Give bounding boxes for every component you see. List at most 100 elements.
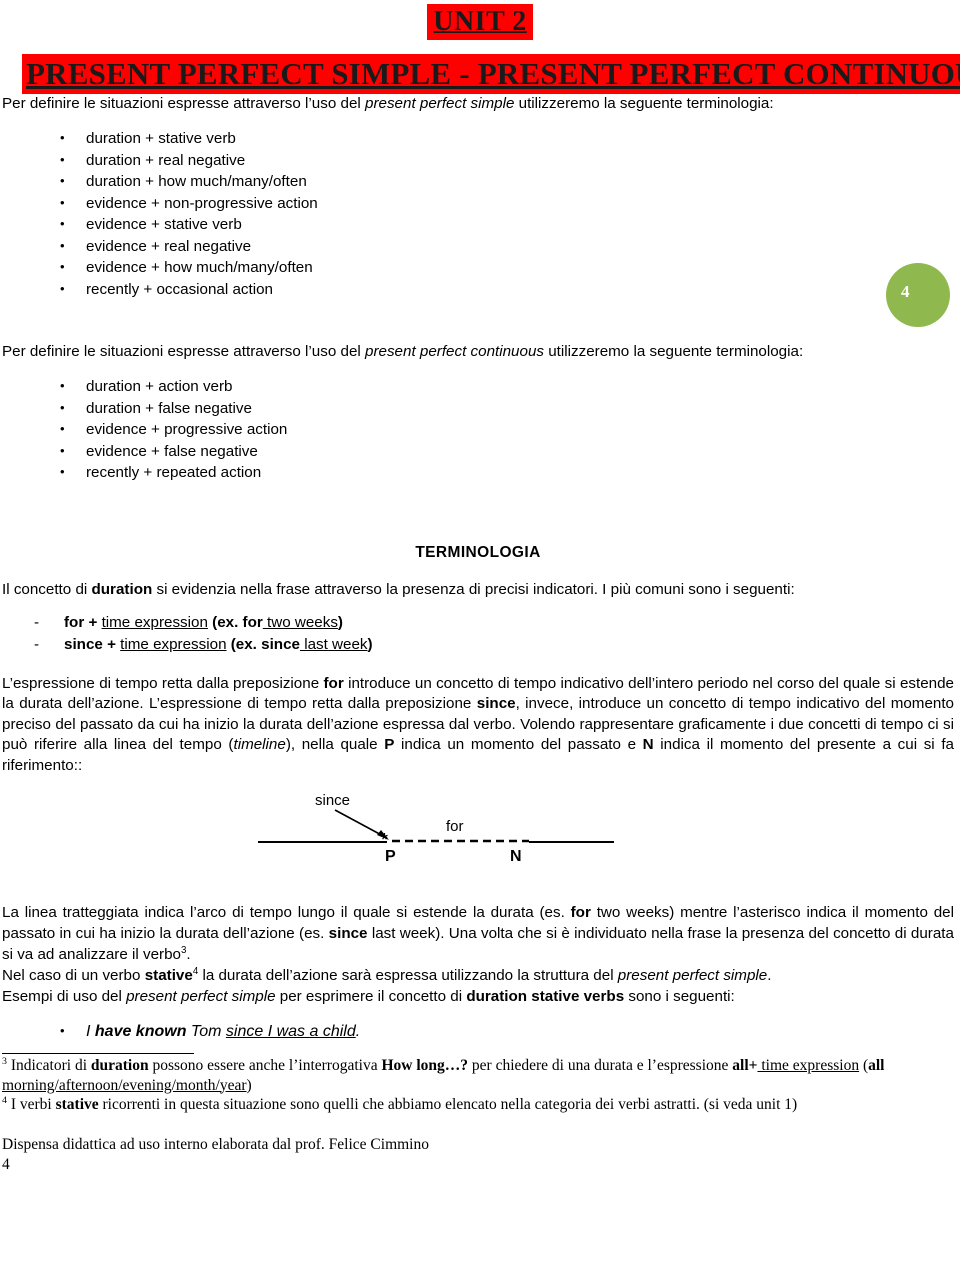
exp3-a: Nel caso di un verbo <box>2 967 145 984</box>
exp2-a: La linea tratteggiata indica l’arco di t… <box>2 904 571 921</box>
list-item: evidence + how much/many/often <box>60 256 954 279</box>
intro-continuous-text-b: utilizzeremo la seguente terminologia: <box>544 343 804 360</box>
item-underlined: time expression <box>120 635 227 653</box>
exp3-stative: stative <box>144 967 193 984</box>
exp3-italic: present perfect simple <box>617 967 768 984</box>
intro-continuous-text-a: Per definire le situazioni espresse attr… <box>2 343 365 360</box>
item-example-open: (ex. <box>226 635 262 653</box>
exp2-for: for <box>570 904 591 921</box>
exp3-c: . <box>767 967 772 984</box>
example-post: . <box>355 1023 361 1040</box>
timeline-now-label: N <box>510 848 522 865</box>
exp2-since: since <box>328 925 368 942</box>
timeline-graphic: * <box>258 809 614 850</box>
explanation-2-text: La linea tratteggiata indica l’arco di t… <box>2 902 954 965</box>
item-plus: + <box>102 635 121 653</box>
fn4-b: ricorrenti in questa situazione sono que… <box>98 1096 798 1113</box>
intro-simple-text-a: Per definire le situazioni espresse attr… <box>2 95 365 112</box>
fn3-bold-all: all+ <box>732 1057 758 1074</box>
example-bold: have known <box>94 1023 187 1040</box>
fn3-c: per chiedere di una durata e l’espressio… <box>468 1057 733 1074</box>
explanation-for: for <box>323 674 344 692</box>
example-mid: Tom <box>186 1023 226 1040</box>
item-plus: + <box>84 613 102 631</box>
explanation-text: L’espressione di tempo retta dalla prepo… <box>2 674 954 777</box>
explanation-a: L’espressione di tempo retta dalla prepo… <box>2 674 324 692</box>
exp4-bold: duration stative verbs <box>466 988 625 1005</box>
explanation-p: P <box>384 736 395 753</box>
item-example-keyword: for <box>242 613 263 631</box>
fn3-bold-duration: duration <box>90 1057 149 1074</box>
list-item: duration + false negative <box>60 397 954 420</box>
fn3-e: ) <box>246 1076 252 1094</box>
intro-simple-text-b: utilizzeremo la seguente terminologia: <box>514 95 774 112</box>
footnote-3: 3 Indicatori di duration possono essere … <box>2 1056 954 1095</box>
item-example-close: ) <box>367 635 373 653</box>
bullet-list-continuous: duration + action verb duration + false … <box>2 375 954 484</box>
page-number: 4 <box>2 1155 10 1173</box>
explanation-e: indica un momento del passato e <box>394 736 643 753</box>
item-keyword: for <box>64 613 85 631</box>
list-item: evidence + progressive action <box>60 418 954 441</box>
item-example-close: ) <box>337 613 343 631</box>
explanation-3-text: Nel caso di un verbo stative4 la durata … <box>2 965 954 986</box>
list-item: duration + how much/many/often <box>60 170 954 193</box>
list-item: for + time expression (ex. for two weeks… <box>34 612 954 634</box>
item-example-open: (ex. <box>207 613 243 631</box>
terminologia-item-list: for + time expression (ex. for two weeks… <box>2 612 954 656</box>
terminologia-lead-keyword: duration <box>91 580 153 598</box>
list-item: duration + stative verb <box>60 127 954 150</box>
unit-title-row: UNIT 2 <box>0 0 960 40</box>
exp4-c: sono i seguenti: <box>624 988 735 1005</box>
list-item: evidence + real negative <box>60 235 954 258</box>
explanation-2-block: La linea tratteggiata indica l’arco di t… <box>2 902 954 1007</box>
fn3-a: Indicatori di <box>6 1057 91 1074</box>
example-pre: I <box>86 1023 95 1040</box>
intro-paragraph-simple: Per definire le situazioni espresse attr… <box>2 94 954 114</box>
exp4-italic: present perfect simple <box>126 988 276 1005</box>
document-body: Per definire le situazioni espresse attr… <box>0 94 960 1174</box>
explanation-timeline: timeline <box>233 736 286 753</box>
item-example-underlined: last week <box>299 635 368 653</box>
intro-simple-emphasis: present perfect simple <box>365 95 515 112</box>
list-item: I have known Tom since I was a child. <box>60 1020 954 1043</box>
item-example-keyword: since <box>261 635 300 653</box>
exp4-a: Esempi di uso del <box>2 988 127 1005</box>
fn3-d: ( <box>859 1057 869 1074</box>
main-title-row: PRESENT PERFECT SIMPLE - PRESENT PERFECT… <box>0 54 960 94</box>
fn3-bold-howlong: How long…? <box>381 1057 469 1074</box>
exp2-d: . <box>186 946 191 963</box>
fn3-underline-periods: morning/afternoon/evening/month/year <box>2 1076 247 1094</box>
exp3-b: la durata dell’azione sarà espressa util… <box>198 967 618 984</box>
timeline-past-label: P <box>385 848 396 865</box>
unit-title: UNIT 2 <box>427 4 533 40</box>
list-item: evidence + false negative <box>60 440 954 463</box>
explanation-paragraph: L’espressione di tempo retta dalla prepo… <box>2 674 954 777</box>
explanation-since: since <box>476 695 516 712</box>
timeline-asterisk: * <box>381 830 388 850</box>
footnote-area: 3 Indicatori di duration possono essere … <box>2 1056 954 1115</box>
footer-note: Dispensa didattica ad uso interno elabor… <box>2 1135 429 1153</box>
explanation-d: ), nella quale <box>285 736 385 753</box>
intro-paragraph-continuous: Per definire le situazioni espresse attr… <box>2 342 954 362</box>
fn3-underline-timeexpr: time expression <box>757 1057 860 1074</box>
item-underlined: time expression <box>101 613 208 631</box>
example-underlined: since I was a child <box>225 1023 356 1040</box>
footnote-4: 4 I verbi stative ricorrenti in questa s… <box>2 1095 954 1115</box>
document-page: UNIT 2 PRESENT PERFECT SIMPLE - PRESENT … <box>0 0 960 1284</box>
item-example-underlined: two weeks <box>262 613 338 631</box>
exp4-b: per esprimere il concetto di <box>275 988 467 1005</box>
list-item: duration + action verb <box>60 375 954 398</box>
list-item: evidence + stative verb <box>60 213 954 236</box>
terminologia-lead-b: si evidenzia nella frase attraverso la p… <box>152 580 795 598</box>
list-item: since + time expression (ex. since last … <box>34 634 954 656</box>
timeline-diagram: since for * P N <box>2 790 954 902</box>
explanation-n: N <box>642 736 654 753</box>
example-list: I have known Tom since I was a child. <box>2 1020 954 1043</box>
list-item: recently + occasional action <box>60 278 954 301</box>
list-item: evidence + non-progressive action <box>60 192 954 215</box>
item-keyword: since <box>64 635 103 653</box>
fn3-bold-all2: all <box>868 1057 885 1074</box>
list-item: duration + real negative <box>60 149 954 172</box>
intro-continuous-emphasis: present perfect continuous <box>365 343 544 360</box>
